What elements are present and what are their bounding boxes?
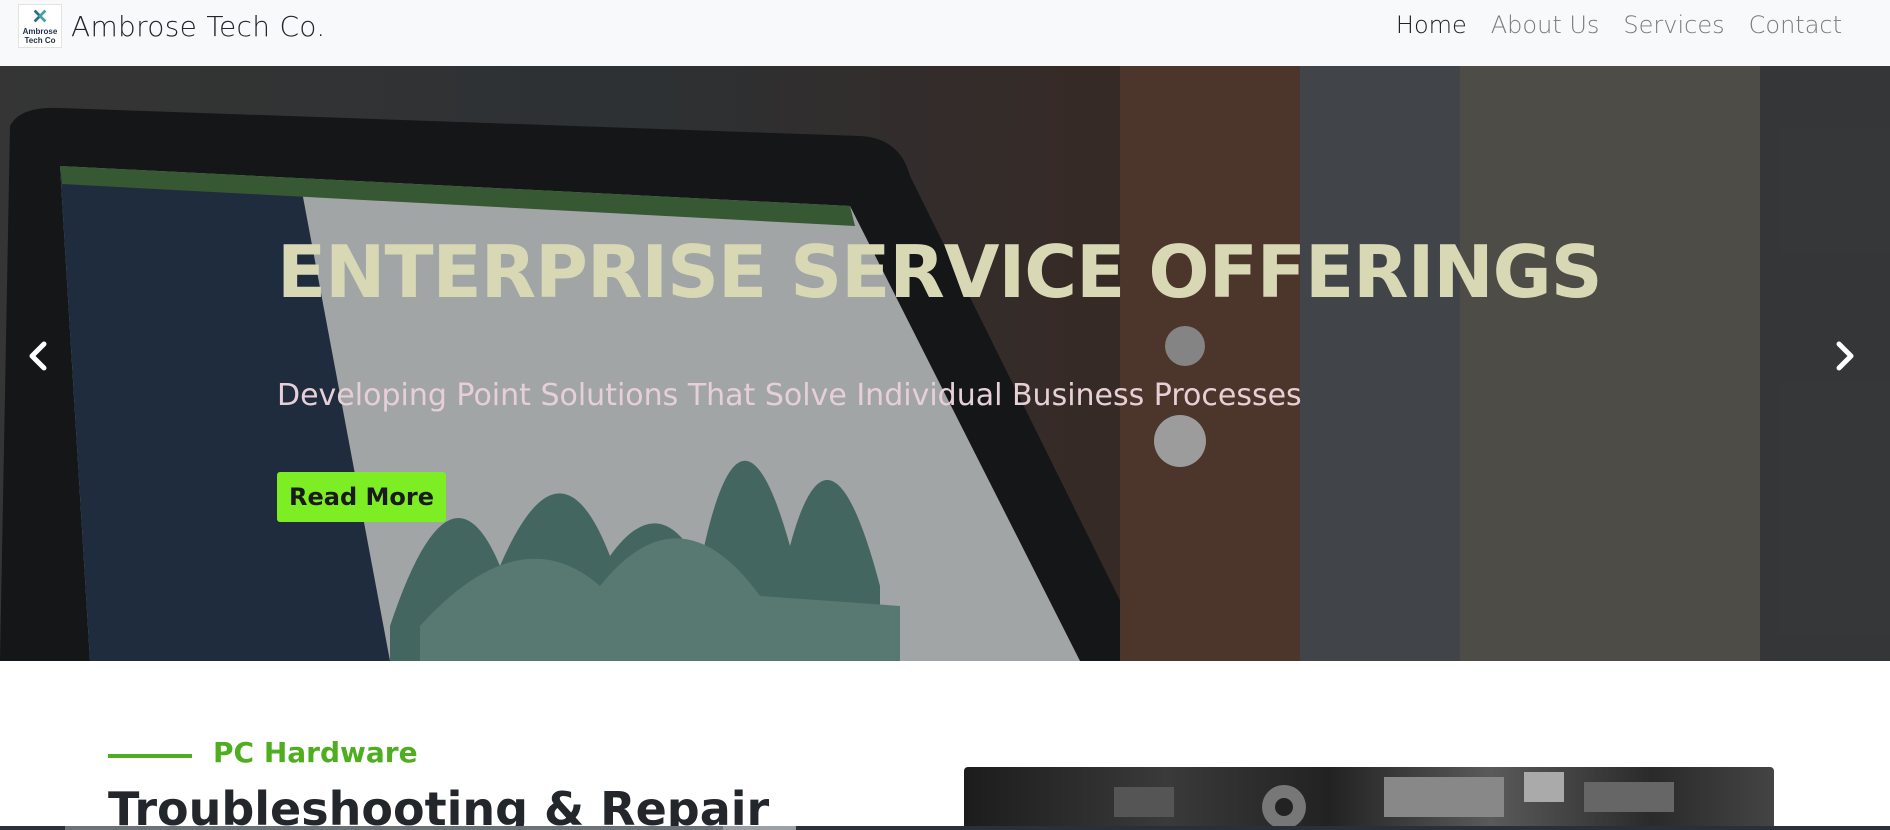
- hero-carousel: ENTERPRISE SERVICE OFFERINGS Developing …: [0, 66, 1890, 661]
- hardware-image: [964, 767, 1774, 830]
- section-label: PC Hardware: [213, 736, 418, 769]
- chevron-left-icon: [29, 341, 47, 371]
- nav-link-contact[interactable]: Contact: [1737, 8, 1854, 42]
- carousel-prev-button[interactable]: [18, 336, 58, 376]
- section-accent-line: [108, 754, 192, 758]
- circuit-board-image: [1114, 772, 1674, 829]
- main-nav: Home About Us Services Contact: [1384, 8, 1854, 42]
- logo-mark-icon: [33, 9, 47, 23]
- read-more-button[interactable]: Read More: [277, 472, 446, 522]
- brand-logo: Ambrose Tech Co: [18, 4, 62, 48]
- hero-overlay: [0, 66, 1890, 661]
- brand-link[interactable]: Ambrose Tech Co Ambrose Tech Co.: [18, 4, 325, 48]
- nav-link-home[interactable]: Home: [1384, 8, 1479, 42]
- bottom-scroll-bar: [0, 826, 1890, 830]
- brand-name: Ambrose Tech Co.: [71, 9, 326, 43]
- navbar: Ambrose Tech Co Ambrose Tech Co. Home Ab…: [0, 0, 1890, 66]
- logo-text-line1: Ambrose: [22, 27, 58, 36]
- hero-subtitle: Developing Point Solutions That Solve In…: [277, 378, 1302, 413]
- nav-link-services[interactable]: Services: [1611, 8, 1736, 42]
- carousel-next-button[interactable]: [1825, 336, 1865, 376]
- scrollbar-track-segment: [65, 826, 723, 830]
- scrollbar-thumb[interactable]: [723, 826, 796, 830]
- section-heading: Troubleshooting & Repair: [108, 782, 770, 830]
- hero-title: ENTERPRISE SERVICE OFFERINGS: [277, 230, 1603, 314]
- chevron-right-icon: [1836, 341, 1854, 371]
- logo-text-line2: Tech Co: [24, 36, 56, 45]
- nav-link-about-us[interactable]: About Us: [1479, 8, 1612, 42]
